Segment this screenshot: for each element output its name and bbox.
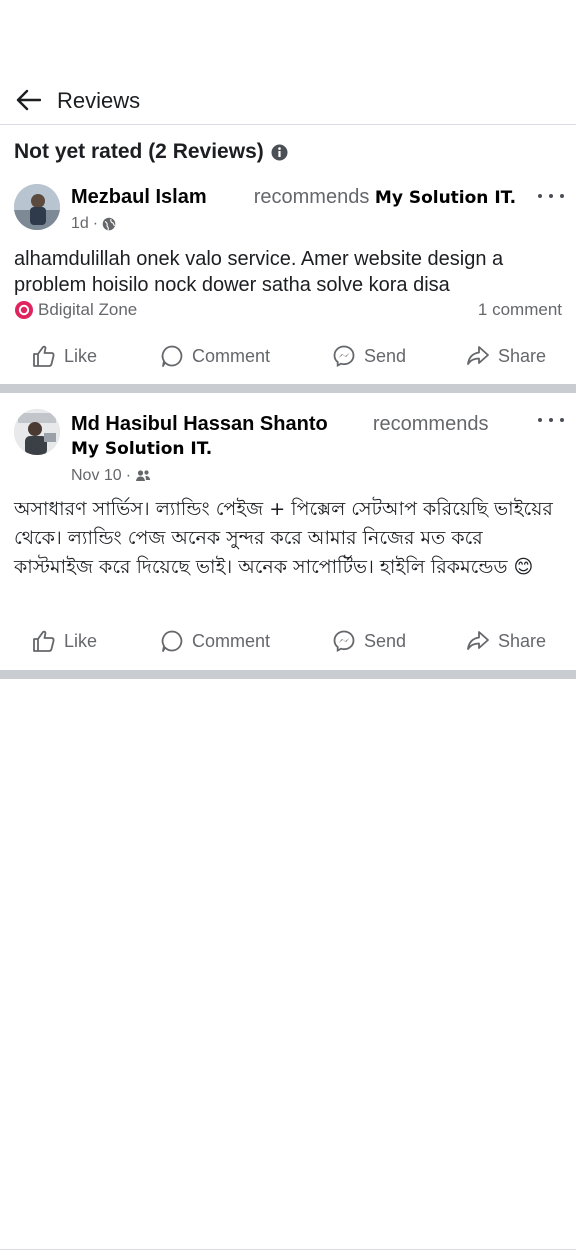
more-options-button[interactable] [538,190,564,202]
more-options-button[interactable] [538,414,564,426]
share-icon [467,346,489,365]
avatar[interactable] [14,409,60,455]
review-text: অসাধারণ সার্ভিস। ল্যান্ডিং পেইজ + পিক্সে… [14,498,553,578]
comment-icon [161,630,183,652]
review-card: Md Hasibul Hassan Shanto recommends My S… [0,393,576,668]
comment-icon [161,345,183,367]
section-divider [0,670,576,679]
author-name[interactable]: Md Hasibul Hassan Shanto [71,413,328,435]
recommend-badge-icon [15,301,33,319]
post-meta: Nov 10 · [71,467,151,485]
recommends-label: recommends [372,413,489,435]
author-line-continued: My Solution IT. [71,437,212,460]
page-name-link[interactable]: My Solution IT. [375,188,516,208]
page-name-link[interactable]: My Solution IT. [71,439,212,459]
like-button[interactable]: Like [32,336,97,376]
send-label: Send [364,630,407,651]
tag-label[interactable]: Bdigital Zone [14,300,137,320]
review-card: Mezbaul Islam recommends My Solution IT.… [0,176,576,382]
send-button[interactable]: Send [332,621,406,661]
author-line: Md Hasibul Hassan Shanto recommends [71,413,488,436]
header-divider [0,124,576,125]
timestamp[interactable]: 1d [71,215,89,233]
review-text: alhamdulillah onek valo service. Amer we… [14,248,504,296]
comment-label: Comment [192,630,271,651]
messenger-icon [333,345,355,368]
action-bar: Like Comment Send Share [0,621,576,661]
share-label: Share [498,345,547,366]
comment-button[interactable]: Comment [160,336,270,376]
share-button[interactable]: Share [466,621,546,661]
arrow-left-icon [16,89,41,111]
timestamp[interactable]: Nov 10 [71,467,122,485]
rating-text: Not yet rated (2 Reviews) [14,140,264,163]
send-label: Send [364,345,407,366]
recommends-label: recommends [253,186,370,208]
tag-row: Bdigital Zone 1 comment [14,300,562,320]
back-button[interactable] [14,86,42,114]
share-button[interactable]: Share [466,336,546,376]
send-button[interactable]: Send [332,336,406,376]
comment-count[interactable]: 1 comment [478,300,562,320]
like-button[interactable]: Like [32,621,97,661]
share-icon [467,631,489,650]
like-label: Like [64,630,98,651]
post-meta: 1d · [71,215,116,233]
comment-button[interactable]: Comment [160,621,270,661]
author-line: Mezbaul Islam recommends My Solution IT. [71,186,516,209]
comment-label: Comment [192,345,271,366]
messenger-icon [333,630,355,653]
tag-text: Bdigital Zone [38,300,138,319]
info-icon[interactable] [271,144,288,161]
share-label: Share [498,630,547,651]
bottom-edge [0,1249,576,1250]
thumbs-up-icon [33,345,55,367]
top-bar: Reviews [0,76,576,124]
like-label: Like [64,345,98,366]
section-divider [0,384,576,393]
globe-icon [102,217,116,231]
thumbs-up-icon [33,630,55,652]
page-title: Reviews [57,88,141,113]
rating-summary: Not yet rated (2 Reviews) [14,140,288,164]
avatar[interactable] [14,184,60,230]
friends-icon [136,470,151,481]
author-name[interactable]: Mezbaul Islam [71,186,207,208]
action-bar: Like Comment Send Share [0,336,576,376]
